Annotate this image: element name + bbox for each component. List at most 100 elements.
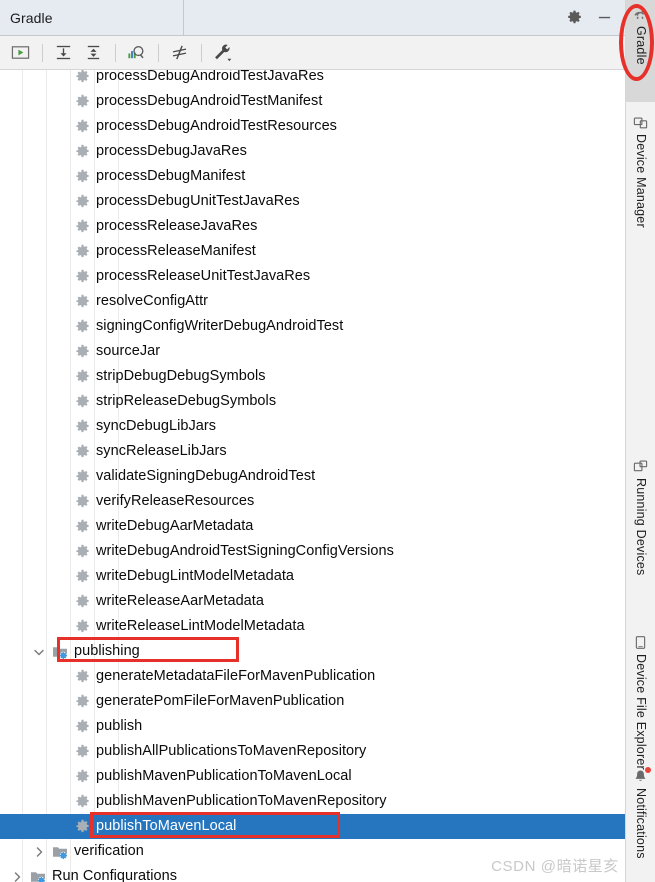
tree-row[interactable]: processReleaseManifest xyxy=(0,239,625,264)
tool-window-titlebar: Gradle xyxy=(0,0,625,36)
gear-icon[interactable] xyxy=(563,7,585,29)
minimize-icon[interactable] xyxy=(593,7,615,29)
tree-row[interactable]: processReleaseJavaRes xyxy=(0,214,625,239)
chart-search-icon[interactable] xyxy=(122,40,150,66)
tree-row[interactable]: processDebugAndroidTestJavaRes xyxy=(0,70,625,89)
toolbar-separator xyxy=(115,43,116,62)
tree-row-selected[interactable]: publishToMavenLocal xyxy=(0,814,625,839)
tree-row-label: publishing xyxy=(74,643,140,659)
tree-row[interactable]: syncDebugLibJars xyxy=(0,414,625,439)
tree-row-label: processReleaseUnitTestJavaRes xyxy=(96,268,311,284)
tree-row[interactable]: stripDebugDebugSymbols xyxy=(0,364,625,389)
device-file-explorer-icon xyxy=(633,634,649,650)
tree-row[interactable]: verifyReleaseResources xyxy=(0,489,625,514)
gradle-task-gear-icon xyxy=(74,269,90,285)
gradle-toolbar xyxy=(0,36,625,70)
tree-row-label: publishMavenPublicationToMavenRepository xyxy=(96,793,387,809)
tree-row-label: publishMavenPublicationToMavenLocal xyxy=(96,768,352,784)
tree-row[interactable]: processDebugAndroidTestResources xyxy=(0,114,625,139)
tree-row[interactable]: sourceJar xyxy=(0,339,625,364)
running-devices-icon xyxy=(633,458,649,474)
tree-row[interactable]: resolveConfigAttr xyxy=(0,289,625,314)
gradle-task-gear-icon xyxy=(74,469,90,485)
gradle-task-gear-icon xyxy=(74,70,90,85)
bell-icon xyxy=(633,767,651,784)
tree-row[interactable]: processDebugUnitTestJavaRes xyxy=(0,189,625,214)
tree-row[interactable]: syncReleaseLibJars xyxy=(0,439,625,464)
tree-row[interactable]: signingConfigWriterDebugAndroidTest xyxy=(0,314,625,339)
tree-row[interactable]: processDebugJavaRes xyxy=(0,139,625,164)
tree-row[interactable]: verification xyxy=(0,839,625,864)
gradle-task-gear-icon xyxy=(74,94,90,110)
tree-row[interactable]: writeDebugAarMetadata xyxy=(0,514,625,539)
tree-row-label: publishAllPublicationsToMavenRepository xyxy=(96,743,367,759)
toolbar-separator xyxy=(201,43,202,62)
tree-row-label: processReleaseJavaRes xyxy=(96,218,258,234)
tree-row[interactable]: validateSigningDebugAndroidTest xyxy=(0,464,625,489)
sidebar-item-notifications[interactable]: Notifications xyxy=(626,762,655,880)
tree-row[interactable]: publishAllPublicationsToMavenRepository xyxy=(0,739,625,764)
tree-row-label: verifyReleaseResources xyxy=(96,493,255,509)
gradle-tool-window: Gradle processDebugAndroidTestJavaRes pr… xyxy=(0,0,655,882)
tree-row[interactable]: publishMavenPublicationToMavenRepository xyxy=(0,789,625,814)
wrench-dropdown-icon[interactable] xyxy=(208,40,236,66)
tree-row[interactable]: processDebugManifest xyxy=(0,164,625,189)
tree-row-label: processDebugAndroidTestManifest xyxy=(96,93,323,109)
gradle-task-gear-icon xyxy=(74,419,90,435)
tree-row-label: writeReleaseAarMetadata xyxy=(96,593,264,609)
gradle-task-gear-icon xyxy=(74,669,90,685)
sidebar-item-running-devices[interactable]: Running Devices xyxy=(626,452,655,620)
titlebar-title-section: Gradle xyxy=(0,0,184,35)
run-play-icon[interactable] xyxy=(6,40,34,66)
gradle-task-gear-icon xyxy=(74,169,90,185)
gradle-task-gear-icon xyxy=(74,744,90,760)
gradle-task-gear-icon xyxy=(74,344,90,360)
tree-row[interactable]: publish xyxy=(0,714,625,739)
sidebar-item-label: Device Manager xyxy=(634,134,648,228)
tree-row[interactable]: writeReleaseAarMetadata xyxy=(0,589,625,614)
gradle-task-group-folder-icon xyxy=(52,644,68,660)
tree-row[interactable]: stripReleaseDebugSymbols xyxy=(0,389,625,414)
chevron-right-icon[interactable] xyxy=(32,845,46,859)
gradle-task-tree[interactable]: processDebugAndroidTestJavaRes processDeb… xyxy=(0,70,625,882)
sidebar-item-label: Gradle xyxy=(634,26,648,65)
tree-row-label: writeDebugAarMetadata xyxy=(96,518,254,534)
tree-row[interactable]: generatePomFileForMavenPublication xyxy=(0,689,625,714)
tree-row[interactable]: writeReleaseLintModelMetadata xyxy=(0,614,625,639)
tree-row[interactable]: publishMavenPublicationToMavenLocal xyxy=(0,764,625,789)
gradle-task-gear-icon xyxy=(74,569,90,585)
tree-row[interactable]: processDebugAndroidTestManifest xyxy=(0,89,625,114)
gradle-task-gear-icon xyxy=(74,519,90,535)
gradle-elephant-icon xyxy=(633,6,649,22)
titlebar-actions xyxy=(563,0,625,35)
chevron-down-icon[interactable] xyxy=(32,645,46,659)
tree-row-label: stripReleaseDebugSymbols xyxy=(96,393,277,409)
sidebar-item-gradle[interactable]: Gradle xyxy=(626,0,655,102)
tree-row[interactable]: processReleaseUnitTestJavaRes xyxy=(0,264,625,289)
chevron-right-icon[interactable] xyxy=(10,870,24,882)
gradle-task-gear-icon xyxy=(74,194,90,210)
tree-row[interactable]: Run Confiqurations xyxy=(0,864,625,882)
gradle-task-gear-icon xyxy=(74,619,90,635)
page-title: Gradle xyxy=(10,9,53,26)
tree-row[interactable]: generateMetadataFileForMavenPublication xyxy=(0,664,625,689)
tree-row[interactable]: publishing xyxy=(0,639,625,664)
sidebar-item-label: Running Devices xyxy=(634,478,648,576)
offline-slash-icon[interactable] xyxy=(165,40,193,66)
sidebar-item-device-manager[interactable]: Device Manager xyxy=(626,108,655,270)
notification-badge xyxy=(644,767,651,773)
gradle-task-group-folder-icon xyxy=(52,844,68,860)
sidebar-item-label: Device File Explorer xyxy=(634,654,648,770)
tree-row-label: stripDebugDebugSymbols xyxy=(96,368,266,384)
gradle-task-gear-icon xyxy=(74,119,90,135)
tree-row-label: publish xyxy=(96,718,143,734)
tree-row-label: Run Confiqurations xyxy=(52,868,178,882)
collapse-all-icon[interactable] xyxy=(79,40,107,66)
gradle-task-gear-icon xyxy=(74,794,90,810)
gradle-task-gear-icon xyxy=(74,769,90,785)
tree-row[interactable]: writeDebugAndroidTestSigningConfigVersio… xyxy=(0,539,625,564)
tree-row-label: sourceJar xyxy=(96,343,161,359)
device-manager-icon xyxy=(633,114,649,130)
tree-row[interactable]: writeDebugLintModelMetadata xyxy=(0,564,625,589)
expand-all-icon[interactable] xyxy=(49,40,77,66)
